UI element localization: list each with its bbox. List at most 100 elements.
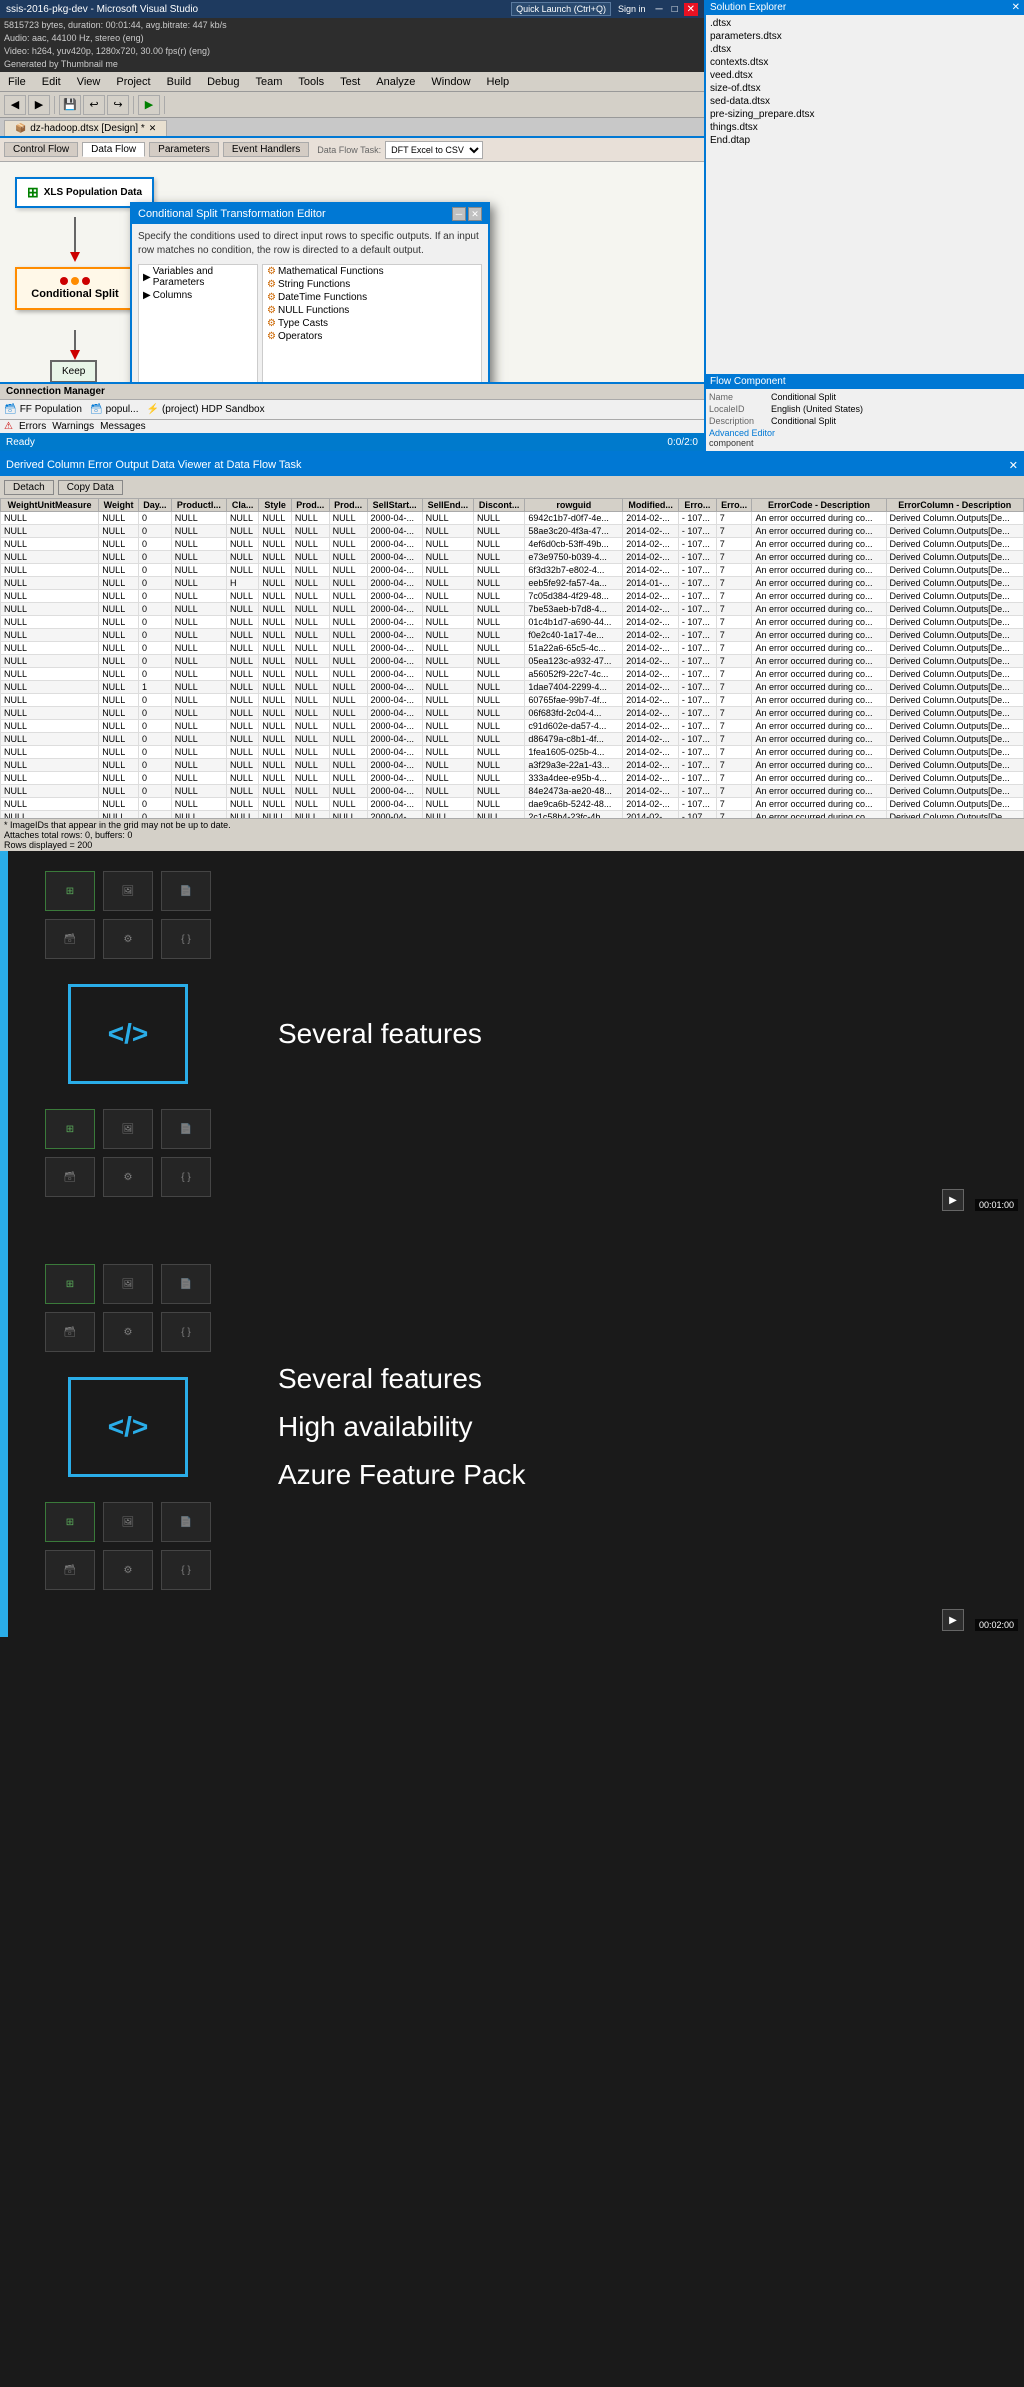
- solution-item-2[interactable]: parameters.dtsx: [708, 30, 1022, 43]
- connection-popul[interactable]: 🗃 popul...: [90, 404, 139, 415]
- warning-tab[interactable]: Warnings: [52, 421, 94, 432]
- table-cell: NULL: [329, 681, 367, 694]
- table-cell: NULL: [226, 733, 258, 746]
- menu-edit[interactable]: Edit: [38, 75, 65, 89]
- th-rowguid: rowguid: [525, 499, 623, 512]
- solution-item-5[interactable]: veed.dtsx: [708, 69, 1022, 82]
- connection-ff-population[interactable]: 🗃 FF Population: [4, 404, 82, 415]
- func-datetime[interactable]: ⚙ DateTime Functions: [263, 291, 481, 304]
- tree-item-variables[interactable]: ▶ Variables and Parameters: [139, 265, 257, 289]
- table-cell: NULL: [171, 590, 226, 603]
- table-cell: NULL: [226, 642, 258, 655]
- conditional-split-node[interactable]: Conditional Split: [15, 267, 135, 310]
- play-btn-2[interactable]: ▶: [942, 1609, 964, 1631]
- func-operators[interactable]: ⚙ Operators: [263, 330, 481, 343]
- table-cell: NULL: [422, 551, 473, 564]
- func-null-icon: ⚙: [267, 305, 276, 316]
- menu-project[interactable]: Project: [112, 75, 154, 89]
- toolbar-back-btn[interactable]: ◀: [4, 95, 26, 115]
- menu-view[interactable]: View: [73, 75, 105, 89]
- menu-analyze[interactable]: Analyze: [372, 75, 419, 89]
- modal-minimize-btn[interactable]: ─: [452, 207, 466, 221]
- table-cell: An error occurred during co...: [752, 785, 886, 798]
- toolbar-undo-btn[interactable]: ↩: [83, 95, 105, 115]
- package-tab-bar: 📦 dz-hadoop.dtsx [Design] * ✕: [0, 118, 704, 138]
- message-tab[interactable]: Messages: [100, 421, 146, 432]
- table-cell: 4ef6d0cb-53ff-49b...: [525, 538, 623, 551]
- table-row: NULLNULL0NULLNULLNULLNULLNULL2000-04-...…: [1, 720, 1024, 733]
- func-math[interactable]: ⚙ Mathematical Functions: [263, 265, 481, 278]
- menu-debug[interactable]: Debug: [203, 75, 243, 89]
- toolbar-save-btn[interactable]: 💾: [59, 95, 81, 115]
- menu-team[interactable]: Team: [252, 75, 287, 89]
- modal-body: Specify the conditions used to direct in…: [132, 224, 488, 382]
- solution-explorer-close[interactable]: ✕: [1012, 2, 1020, 13]
- table-cell: NULL: [329, 746, 367, 759]
- toolbar-play-btn[interactable]: ▶: [138, 95, 160, 115]
- table-cell: 0: [139, 564, 172, 577]
- solution-item-7[interactable]: sed-data.dtsx: [708, 95, 1022, 108]
- sign-in-label[interactable]: Sign in: [614, 3, 650, 15]
- table-cell: 2000-04-...: [367, 785, 422, 798]
- data-flow-task-select[interactable]: DFT Excel to CSV: [385, 141, 483, 159]
- func-datetime-icon: ⚙: [267, 292, 276, 303]
- menu-file[interactable]: File: [4, 75, 30, 89]
- toolbar-redo-btn[interactable]: ↪: [107, 95, 129, 115]
- video-controls-1: 00:01:00: [975, 1199, 1018, 1211]
- tree-expand-icon: ▶: [143, 272, 151, 283]
- solution-item-9[interactable]: things.dtsx: [708, 121, 1022, 134]
- table-cell: 2000-04-...: [367, 811, 422, 819]
- solution-item-3[interactable]: .dtsx: [708, 43, 1022, 56]
- connection-hdp-sandbox[interactable]: ⚡ (project) HDP Sandbox: [146, 404, 264, 415]
- table-cell: NULL: [171, 525, 226, 538]
- prop-desc-value: Conditional Split: [771, 416, 836, 426]
- table-cell: An error occurred during co...: [752, 798, 886, 811]
- error-tab[interactable]: Errors: [19, 421, 46, 432]
- play-btn-1[interactable]: ▶: [942, 1189, 964, 1211]
- func-string[interactable]: ⚙ String Functions: [263, 278, 481, 291]
- tree-item-columns[interactable]: ▶ Columns: [139, 289, 257, 302]
- solution-item-1[interactable]: .dtsx: [708, 17, 1022, 30]
- data-viewer-close[interactable]: ✕: [1009, 459, 1018, 472]
- table-cell: 2000-04-...: [367, 525, 422, 538]
- table-cell: 7: [716, 629, 752, 642]
- func-typecast[interactable]: ⚙ Type Casts: [263, 317, 481, 330]
- table-cell: a56052f9-22c7-4c...: [525, 668, 623, 681]
- table-cell: NULL: [259, 564, 291, 577]
- code-icon-text-2: </>: [108, 1411, 148, 1443]
- table-cell: 0: [139, 733, 172, 746]
- table-cell: NULL: [99, 668, 139, 681]
- table-cell: An error occurred during co...: [752, 590, 886, 603]
- video-info: Video: h264, yuv420p, 1280x720, 30.00 fp…: [4, 45, 700, 58]
- menu-build[interactable]: Build: [163, 75, 195, 89]
- advanced-editor-link[interactable]: Advanced Editor: [709, 428, 1021, 438]
- detach-btn[interactable]: Detach: [4, 480, 54, 495]
- toolbar-fwd-btn[interactable]: ▶: [28, 95, 50, 115]
- minimize-btn[interactable]: ─: [652, 3, 665, 16]
- ssis-tab-parameters[interactable]: Parameters: [149, 142, 219, 157]
- package-tab-close[interactable]: ✕: [149, 123, 157, 134]
- package-tab[interactable]: 📦 dz-hadoop.dtsx [Design] * ✕: [4, 120, 167, 136]
- ssis-tab-control-flow[interactable]: Control Flow: [4, 142, 78, 157]
- menu-help[interactable]: Help: [483, 75, 514, 89]
- solution-item-4[interactable]: contexts.dtsx: [708, 56, 1022, 69]
- feature-icon-grid-bottom2: ⊞ 🖼 📄 🗃 ⚙ { }: [45, 1502, 211, 1590]
- table-cell: 0: [139, 785, 172, 798]
- data-table-wrapper[interactable]: WeightUnitMeasure Weight Day... ProductI…: [0, 498, 1024, 818]
- ssis-tab-event-handlers[interactable]: Event Handlers: [223, 142, 309, 157]
- icon-csv2: 📄: [161, 1109, 211, 1149]
- menu-window[interactable]: Window: [427, 75, 474, 89]
- close-btn[interactable]: ✕: [684, 3, 698, 16]
- ssis-tab-data-flow[interactable]: Data Flow: [82, 142, 145, 157]
- keep-node[interactable]: Keep: [50, 360, 97, 382]
- solution-item-10[interactable]: End.dtap: [708, 134, 1022, 147]
- solution-item-8[interactable]: pre-sizing_prepare.dtsx: [708, 108, 1022, 121]
- menu-test[interactable]: Test: [336, 75, 364, 89]
- menu-tools[interactable]: Tools: [294, 75, 328, 89]
- func-null[interactable]: ⚙ NULL Functions: [263, 304, 481, 317]
- modal-close-btn[interactable]: ✕: [468, 207, 482, 221]
- solution-item-6[interactable]: size-of.dtsx: [708, 82, 1022, 95]
- restore-btn[interactable]: □: [669, 3, 681, 16]
- copy-data-btn[interactable]: Copy Data: [58, 480, 123, 495]
- func-operators-label: Operators: [278, 331, 322, 342]
